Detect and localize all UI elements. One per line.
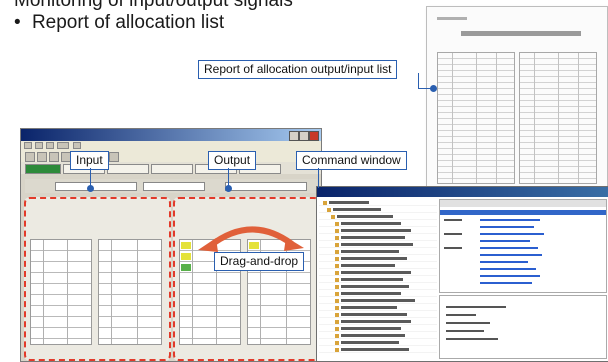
headline-monitoring: Monitoring of input/output signals bbox=[14, 0, 293, 12]
report-title-line bbox=[461, 31, 581, 36]
menu-item[interactable] bbox=[24, 142, 32, 149]
headline-monitoring-text: Monitoring of input/output signals bbox=[14, 0, 293, 11]
menu-item[interactable] bbox=[73, 142, 81, 149]
headline-report: • Report of allocation list bbox=[14, 12, 224, 34]
toolbar-button[interactable] bbox=[25, 152, 35, 162]
command-list-header bbox=[440, 200, 606, 207]
input-table-left bbox=[30, 239, 92, 345]
leader-line bbox=[318, 168, 319, 188]
headline-report-text: Report of allocation list bbox=[31, 12, 225, 33]
command-tree[interactable] bbox=[319, 199, 437, 359]
menu-item[interactable] bbox=[35, 142, 43, 149]
callout-report-list: Report of allocation output/input list bbox=[198, 60, 398, 79]
report-header-line bbox=[437, 17, 467, 20]
callout-drag-and-drop: Drag-and-drop bbox=[214, 252, 305, 271]
toolbar-button[interactable] bbox=[49, 152, 59, 162]
tab[interactable] bbox=[107, 164, 149, 174]
tab-active[interactable] bbox=[25, 164, 61, 174]
info-row bbox=[25, 179, 317, 193]
info-field[interactable] bbox=[143, 182, 205, 191]
command-list[interactable] bbox=[439, 199, 607, 293]
info-field[interactable] bbox=[225, 182, 307, 191]
tab[interactable] bbox=[151, 164, 193, 174]
toolbar-button[interactable] bbox=[37, 152, 47, 162]
curved-double-arrow-icon bbox=[198, 226, 304, 252]
bullet: • bbox=[14, 12, 21, 33]
command-window bbox=[316, 186, 608, 362]
report-table-right bbox=[519, 52, 597, 184]
report-table-left bbox=[437, 52, 515, 184]
tab-bar bbox=[21, 162, 321, 174]
info-field[interactable] bbox=[55, 182, 137, 191]
window-title-bar bbox=[21, 129, 321, 141]
report-sheet bbox=[426, 6, 608, 188]
menu-item[interactable] bbox=[57, 142, 69, 149]
close-button[interactable] bbox=[309, 131, 319, 141]
menu-item[interactable] bbox=[46, 142, 54, 149]
command-properties bbox=[439, 295, 607, 359]
menu-bar bbox=[21, 141, 321, 150]
toolbar-button[interactable] bbox=[109, 152, 119, 162]
leader-line bbox=[418, 73, 419, 89]
minimize-button[interactable] bbox=[289, 131, 299, 141]
leader-line bbox=[90, 168, 91, 186]
callout-command-window: Command window bbox=[296, 151, 407, 170]
leader-dot bbox=[87, 185, 94, 192]
maximize-button[interactable] bbox=[299, 131, 309, 141]
leader-line bbox=[228, 168, 229, 186]
command-list-row-selected[interactable] bbox=[440, 210, 606, 215]
leader-dot bbox=[225, 185, 232, 192]
input-table-right bbox=[98, 239, 162, 345]
callout-output: Output bbox=[208, 151, 257, 170]
leader-dot bbox=[430, 85, 437, 92]
input-panel bbox=[24, 197, 171, 361]
command-window-title-bar bbox=[317, 187, 608, 197]
